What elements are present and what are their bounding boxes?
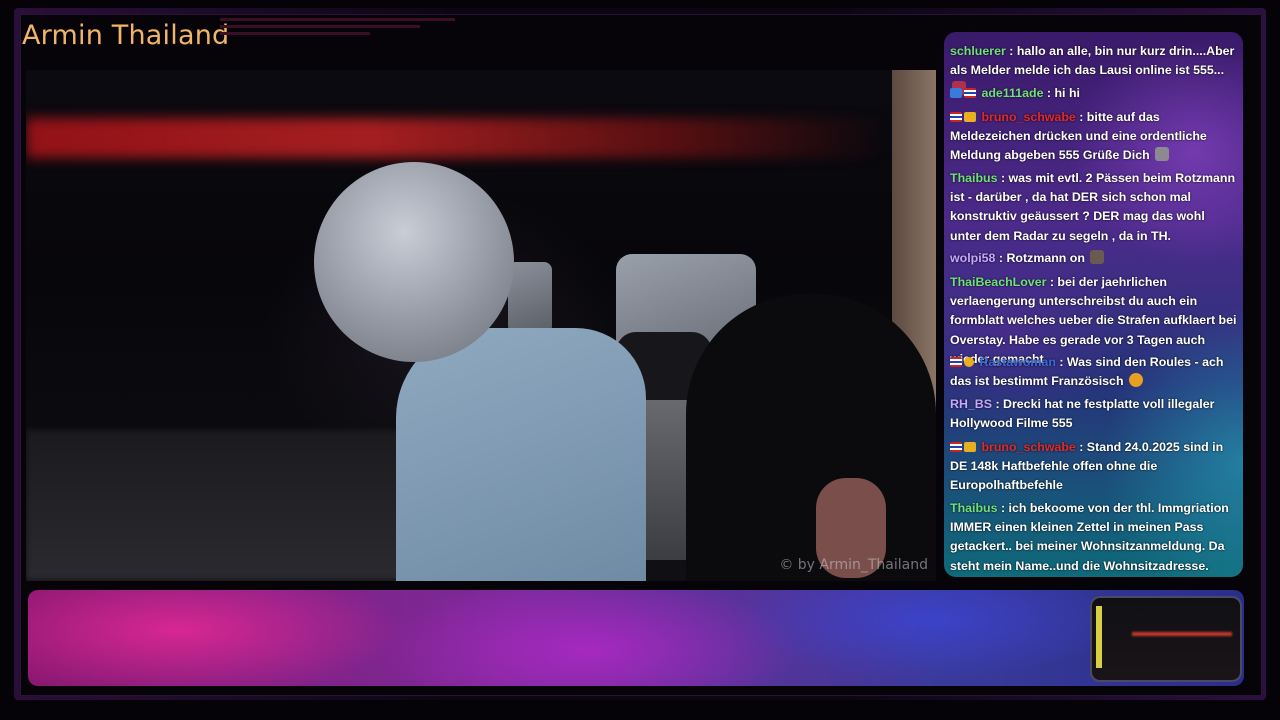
chat-username[interactable]: schluerer: [950, 44, 1006, 58]
camera-light: [1096, 606, 1102, 668]
crown-icon: [964, 112, 976, 122]
chat-message: wolpi58 : Rotzmann on: [950, 249, 1239, 268]
bottom-banner: [28, 590, 1244, 686]
camera-light: [1132, 632, 1232, 636]
video-stream[interactable]: © by Armin_Thailand: [26, 70, 936, 581]
chat-username[interactable]: bruno_schwabe: [981, 440, 1075, 454]
wave-emote-icon: [1155, 147, 1170, 162]
chat-message: RH_BS : Drecki hat ne festplatte voll il…: [950, 395, 1239, 433]
chat-username[interactable]: ade111ade: [981, 86, 1043, 100]
chat-username[interactable]: Thaibus: [950, 171, 998, 185]
chat-username[interactable]: Rastawoman: [979, 355, 1055, 369]
chat-message: Thaibus : was mit evtl. 2 Pässen beim Ro…: [950, 169, 1239, 246]
person-shirt: [396, 328, 646, 581]
pillow: [508, 262, 552, 334]
chat-message: bruno_schwabe : Stand 24.0.2025 sind in …: [950, 438, 1239, 496]
image-emote-icon: [1090, 250, 1105, 264]
watermark: © by Armin_Thailand: [779, 557, 928, 573]
chat-text: : Rotzmann on: [998, 251, 1085, 265]
floor: [26, 430, 446, 580]
crown-icon: [964, 442, 976, 452]
badge-icon: [950, 88, 962, 98]
chat-panel: schluerer : hallo an alle, bin nur kurz …: [944, 32, 1243, 577]
title-decoration: [220, 18, 455, 60]
flag-icon: [950, 112, 962, 122]
chat-username[interactable]: ThaiBeachLover: [950, 275, 1046, 289]
chat-message: Thaibus : ich bekoome von der thl. Immgr…: [950, 499, 1239, 576]
foreground-figure: [686, 294, 936, 581]
chat-message: ade111ade : hi hi: [950, 84, 1239, 103]
chat-text: : hi hi: [1046, 86, 1080, 100]
chat-username[interactable]: wolpi58: [950, 251, 995, 265]
chat-message: Rastawoman : Was sind den Roules - ach d…: [950, 353, 1239, 391]
chat-message: bruno_schwabe : bitte auf das Meldezeich…: [950, 108, 1239, 166]
chat-username[interactable]: bruno_schwabe: [981, 110, 1075, 124]
flag-icon: [950, 357, 962, 367]
channel-title: Armin Thailand: [22, 20, 230, 51]
status-icon: [964, 357, 974, 367]
flag-icon: [964, 88, 976, 98]
laugh-emote-icon: [1128, 373, 1143, 388]
flag-icon: [950, 442, 962, 452]
camera-preview[interactable]: [1090, 596, 1242, 682]
background-light: [26, 118, 886, 158]
chat-username[interactable]: Thaibus: [950, 501, 998, 515]
chat-username[interactable]: RH_BS: [950, 397, 992, 411]
person-head: [314, 162, 514, 362]
